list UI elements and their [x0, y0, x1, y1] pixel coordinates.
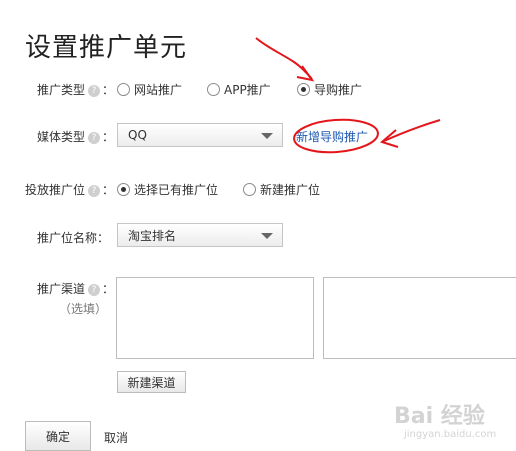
placement-name-label: 推广位名称：	[37, 231, 110, 245]
annotation-arrow-right	[383, 119, 441, 142]
radio-existing-placement[interactable]: 选择已有推广位	[117, 181, 218, 198]
radio-label: 网站推广	[134, 83, 183, 97]
media-type-label: 媒体类型?：	[37, 130, 115, 144]
promo-type-label: 推广类型?：	[37, 83, 115, 97]
radio-app-promo[interactable]: APP推广	[207, 81, 271, 98]
help-icon[interactable]: ?	[88, 85, 101, 97]
channel-input-right[interactable]	[323, 277, 516, 359]
placement-label: 投放推广位?：	[25, 183, 115, 197]
radio-circle-icon	[117, 83, 130, 96]
radio-circle-icon	[297, 83, 310, 96]
new-channel-button[interactable]: 新建渠道	[117, 371, 186, 393]
radio-selected-dot	[121, 187, 126, 192]
radio-label: 选择已有推广位	[134, 183, 219, 197]
help-icon[interactable]: ?	[88, 132, 101, 144]
radio-website-promo[interactable]: 网站推广	[117, 81, 182, 98]
confirm-button[interactable]: 确定	[25, 421, 91, 451]
annotation-arrowhead-right	[379, 129, 399, 148]
radio-circle-icon	[117, 183, 130, 196]
watermark-url: jingyan.baidu.com	[403, 429, 496, 440]
media-type-select[interactable]: QQ	[117, 123, 283, 147]
baidu-watermark: Bai 经验 jingyan.baidu.com	[390, 397, 508, 441]
radio-new-placement[interactable]: 新建推广位	[243, 181, 320, 198]
radio-label: 新建推广位	[260, 183, 321, 197]
radio-label: 导购推广	[314, 83, 363, 97]
help-icon[interactable]: ?	[88, 185, 101, 197]
page-title: 设置推广单元	[25, 33, 188, 63]
chevron-down-icon	[261, 133, 273, 139]
radio-shopping-promo[interactable]: 导购推广	[297, 81, 362, 98]
channel-input-left[interactable]	[116, 277, 314, 359]
chevron-down-icon	[261, 233, 273, 239]
baidu-paw-logo: Bai 经验 jingyan.baidu.com	[394, 403, 496, 440]
radio-selected-dot	[301, 87, 306, 92]
cancel-link[interactable]: 取消	[104, 429, 128, 446]
help-icon[interactable]: ?	[88, 284, 101, 296]
add-shopping-promo-link[interactable]: 新增导购推广	[296, 128, 368, 145]
watermark-text: Bai 经验	[394, 403, 485, 429]
radio-circle-icon	[207, 83, 220, 96]
radio-circle-icon	[243, 183, 256, 196]
channel-optional-hint: （选填）	[59, 302, 108, 316]
select-value: QQ	[128, 128, 147, 142]
radio-label: APP推广	[224, 83, 271, 97]
placement-name-select[interactable]: 淘宝排名	[117, 223, 283, 247]
select-value: 淘宝排名	[128, 228, 177, 243]
channel-label: 推广渠道?：	[37, 282, 115, 296]
annotation-arrow-top	[255, 37, 313, 80]
annotation-arrowhead-top	[296, 65, 315, 82]
